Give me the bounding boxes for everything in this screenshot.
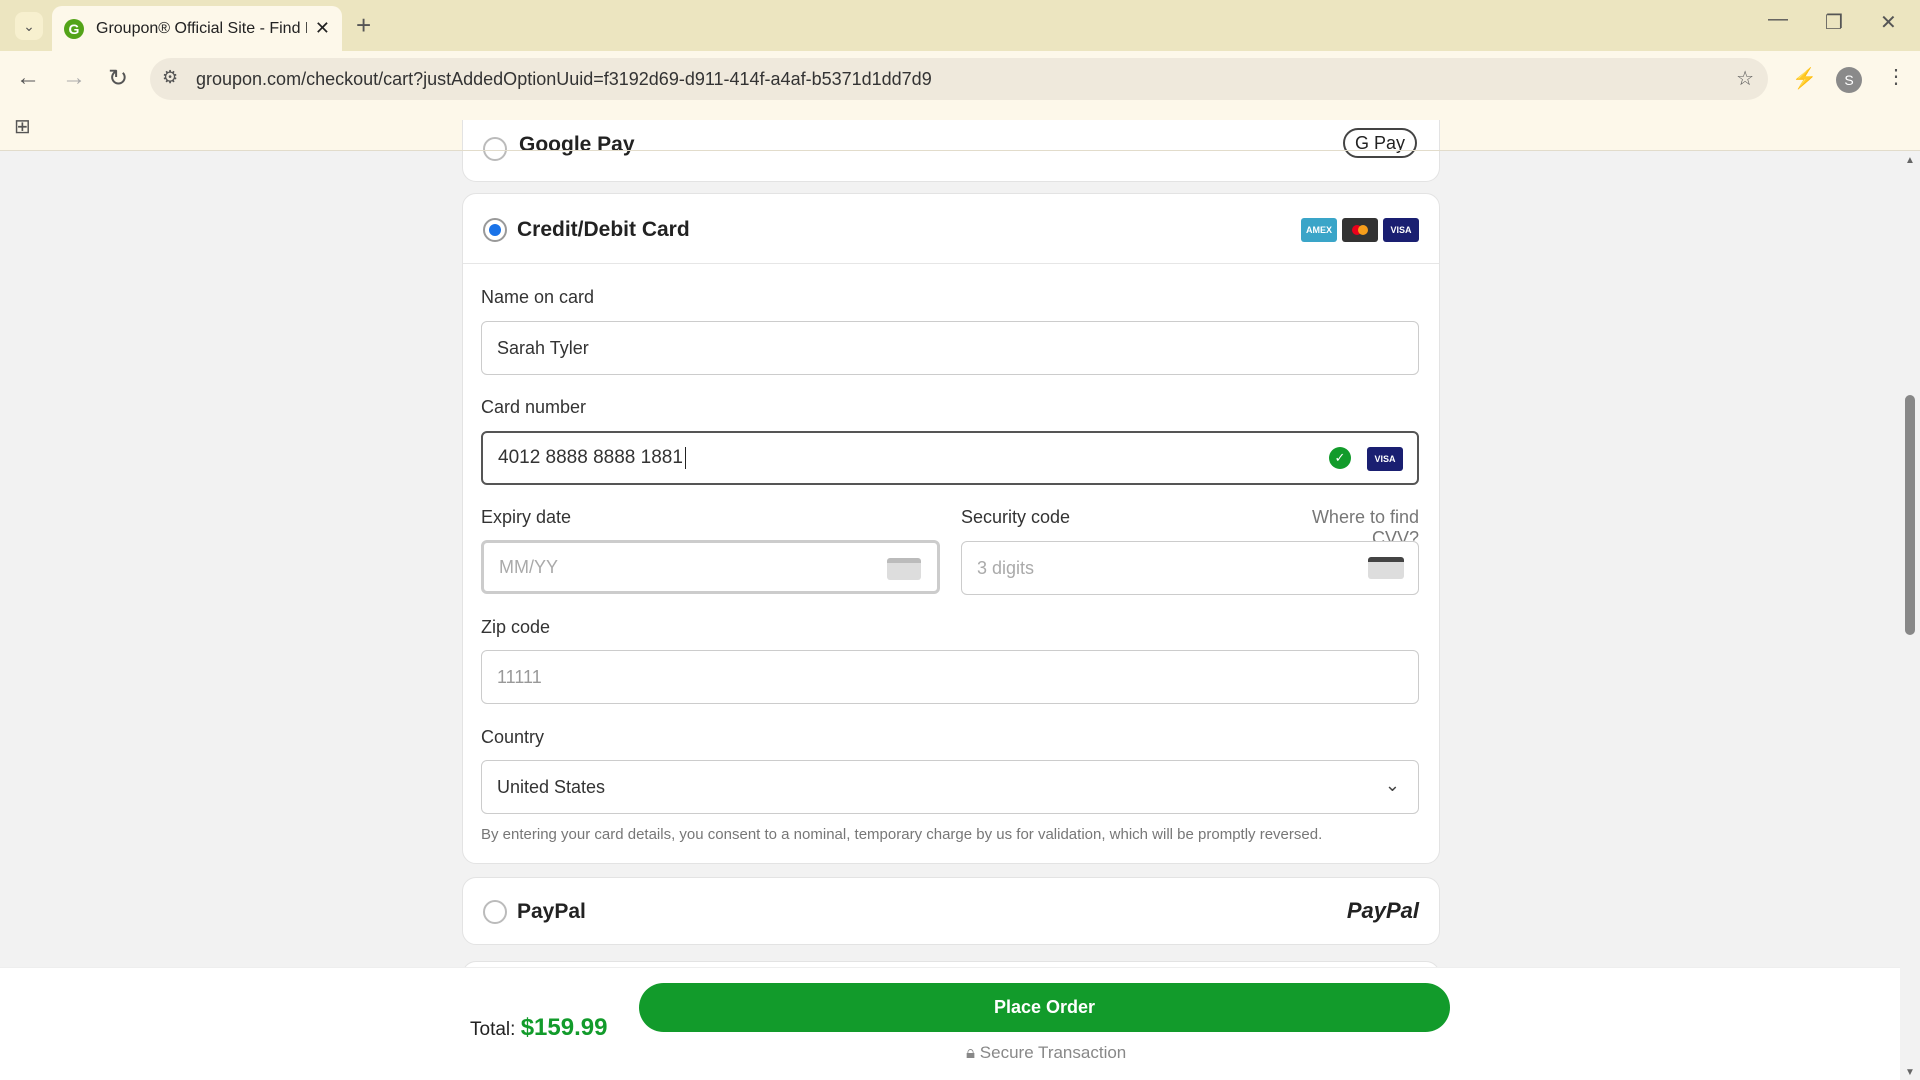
google-pay-badge: G Pay — [1343, 128, 1417, 158]
visa-icon: VISA — [1383, 218, 1419, 242]
restore-icon[interactable]: ❐ — [1825, 10, 1843, 35]
new-tab-icon[interactable]: + — [356, 10, 371, 41]
secure-transaction-text: Secure Transaction — [980, 1043, 1126, 1062]
lock-icon: 🔒︎ — [966, 1043, 975, 1062]
card-disclaimer: By entering your card details, you conse… — [481, 826, 1322, 843]
close-tab-icon[interactable]: ✕ — [315, 18, 330, 39]
chevron-down-icon: ⌄ — [1385, 775, 1400, 796]
paypal-logo: PayPal — [1347, 898, 1419, 924]
zip-code-input[interactable]: 11111 — [481, 650, 1419, 704]
name-value: Sarah Tyler — [497, 338, 589, 359]
country-value: United States — [497, 777, 605, 798]
groupon-favicon: G — [64, 19, 84, 39]
country-label: Country — [481, 727, 544, 748]
tab-search-button[interactable]: ⌄ — [15, 12, 43, 40]
card-expiry-icon — [887, 558, 921, 580]
zip-placeholder: 11111 — [497, 667, 542, 688]
order-footer: Total: $159.99 Place Order 🔒︎ Secure Tra… — [0, 967, 1900, 1080]
name-label: Name on card — [481, 287, 594, 308]
site-info-icon[interactable]: ⚙ — [162, 67, 178, 88]
place-order-button[interactable]: Place Order — [639, 983, 1450, 1032]
back-icon[interactable]: ← — [16, 64, 40, 92]
bookmark-star-icon[interactable]: ☆ — [1736, 66, 1754, 91]
card-brands: AMEX VISA — [1301, 218, 1419, 242]
valid-check-icon: ✓ — [1329, 447, 1351, 469]
address-bar[interactable]: ⚙ groupon.com/checkout/cart?justAddedOpt… — [150, 58, 1768, 100]
total-label: Total: — [470, 1019, 515, 1040]
forward-icon[interactable]: → — [62, 64, 86, 92]
total-value: $159.99 — [521, 1014, 608, 1041]
tab-groups-icon[interactable]: ⊞ — [14, 114, 31, 139]
zip-label: Zip code — [481, 617, 550, 638]
reload-icon[interactable]: ↻ — [108, 64, 128, 93]
browser-tab[interactable]: G Groupon® Official Site - Find L ✕ — [52, 6, 342, 51]
minimize-icon[interactable]: — — [1768, 8, 1788, 31]
close-window-icon[interactable]: ✕ — [1880, 10, 1897, 35]
expiry-placeholder: MM/YY — [499, 557, 558, 578]
security-code-input[interactable]: 3 digits — [961, 541, 1419, 595]
name-on-card-input[interactable]: Sarah Tyler — [481, 321, 1419, 375]
cvv-label: Security code — [961, 507, 1070, 528]
card-number-value: 4012 8888 8888 1881 — [498, 447, 683, 469]
card-number-input[interactable]: 4012 8888 8888 1881 ✓ VISA — [481, 431, 1419, 485]
credit-card-title: Credit/Debit Card — [517, 218, 690, 242]
amex-icon: AMEX — [1301, 218, 1337, 242]
google-pay-option[interactable]: Google Pay G Pay — [462, 120, 1440, 182]
paypal-radio[interactable] — [483, 900, 507, 924]
profile-avatar[interactable]: S — [1836, 67, 1862, 93]
mastercard-icon — [1342, 218, 1378, 242]
credit-card-radio[interactable] — [483, 218, 507, 242]
cvv-placeholder: 3 digits — [977, 558, 1034, 579]
google-pay-radio[interactable] — [483, 137, 507, 161]
scrollbar[interactable]: ▲ ▼ — [1900, 151, 1920, 1080]
tab-title: Groupon® Official Site - Find L — [96, 20, 307, 38]
menu-icon[interactable]: ⋮ — [1886, 64, 1906, 89]
scrollbar-thumb[interactable] — [1905, 395, 1915, 635]
card-number-label: Card number — [481, 397, 586, 418]
expiry-label: Expiry date — [481, 507, 571, 528]
paypal-label: PayPal — [517, 900, 586, 924]
country-select[interactable]: United States ⌄ — [481, 760, 1419, 814]
url-text: groupon.com/checkout/cart?justAddedOptio… — [196, 69, 932, 90]
visa-detected-icon: VISA — [1367, 447, 1403, 471]
paypal-option[interactable]: PayPal PayPal — [462, 877, 1440, 945]
expiry-date-input[interactable]: MM/YY — [481, 540, 940, 594]
google-pay-label: Google Pay — [519, 133, 635, 157]
card-cvv-icon — [1368, 557, 1404, 579]
extensions-icon[interactable]: ⚡ — [1792, 66, 1817, 91]
